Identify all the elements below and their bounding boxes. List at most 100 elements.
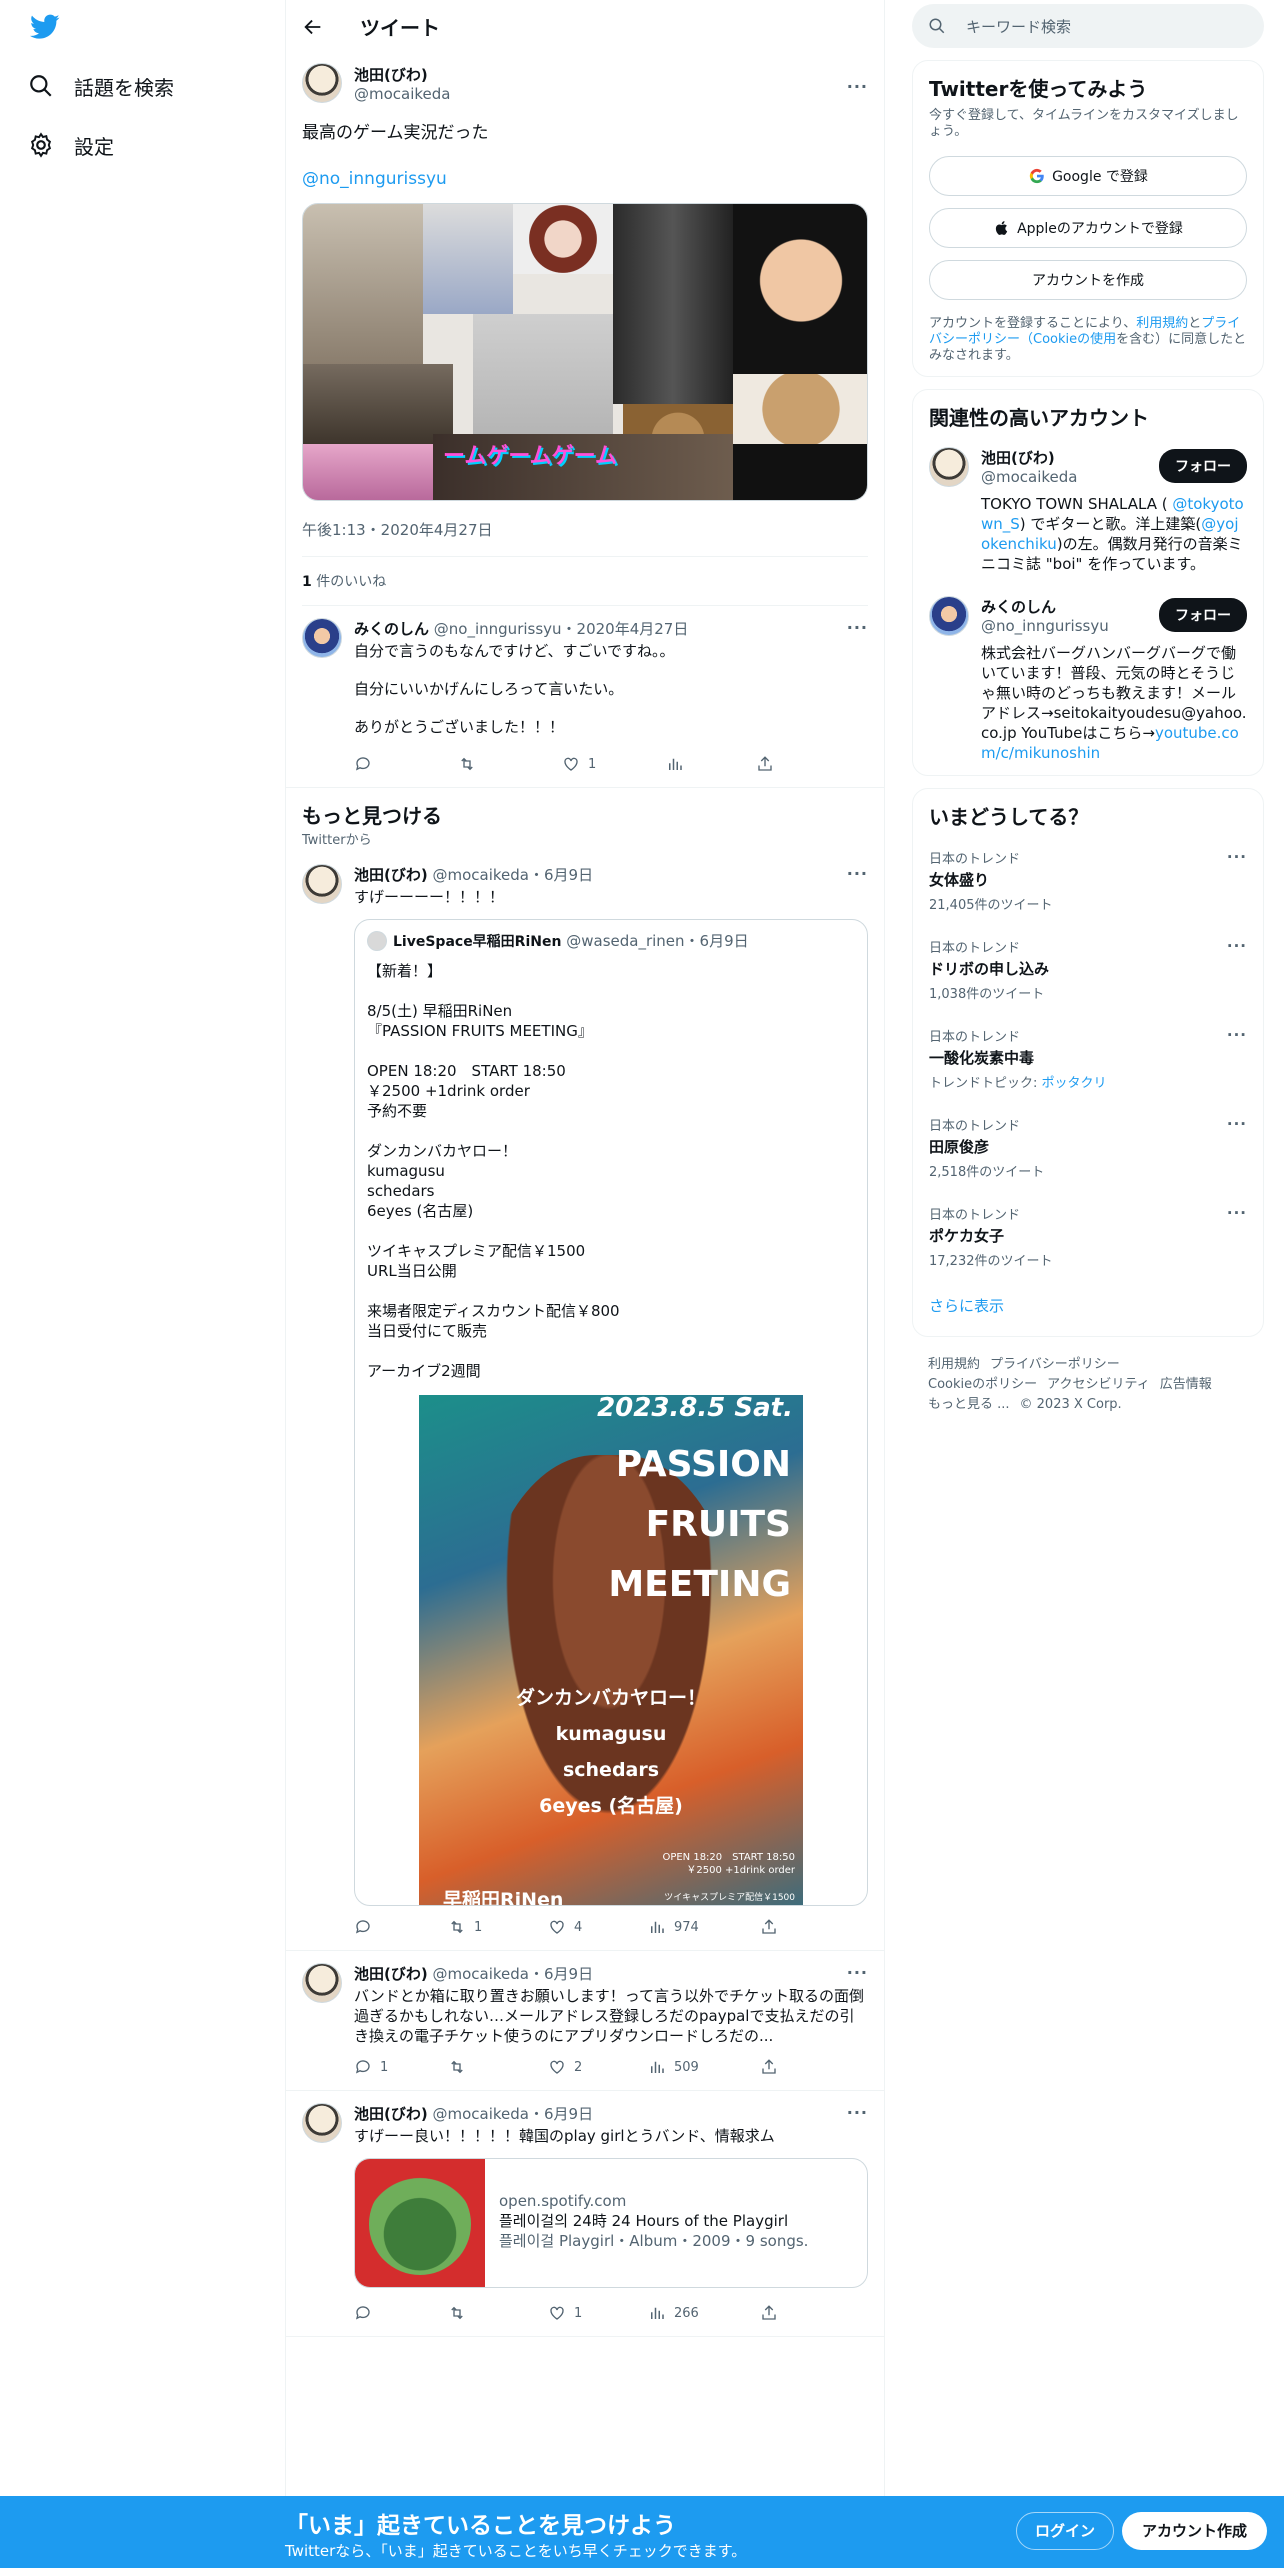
nav-explore[interactable]: 話題を検索 [28,66,174,106]
event-poster-image[interactable]: 2023.8.5 Sat. PASSION FRUITS MEETING ダンカ… [419,1395,803,1905]
terms-link[interactable]: 利用規約 [1136,316,1188,331]
search-input[interactable]: キーワード検索 [912,4,1264,48]
mention-link[interactable]: @no_inngurissyu [302,169,447,189]
avatar[interactable] [302,1963,342,2003]
retweet-button[interactable] [448,2304,548,2322]
reply-date[interactable]: ・2020年4月27日 [562,620,689,638]
feed-tweet[interactable]: 池田(びわ) @mocaikeda・6月9日 すげーーーー！！！！ LiveSp… [286,852,884,1951]
trend-item[interactable]: 日本のトレンド 女体盛り 21,405件のツイート ··· [929,848,1247,913]
main-column: ツイート 池田(びわ) @mocaikeda ··· 最高のゲーム実況だった @… [285,0,885,2568]
like-count: 1 [588,756,597,772]
more-options-icon[interactable]: ··· [1227,1204,1247,1222]
tweet-media-image[interactable]: ームゲームゲーム [302,203,868,501]
login-button[interactable]: ログイン [1016,2512,1115,2550]
retweet-button[interactable] [458,755,562,773]
more-options-icon[interactable]: ··· [847,1963,868,1982]
like-button[interactable]: 1 [562,755,666,773]
trend-item[interactable]: 日本のトレンド ポケカ女子 17,232件のツイート ··· [929,1204,1247,1269]
more-options-icon[interactable]: ··· [847,77,868,96]
retweet-button[interactable] [448,2058,548,2076]
views-button[interactable]: 509 [648,2058,760,2076]
more-options-icon[interactable]: ··· [847,618,868,637]
footer-cookie-link[interactable]: Cookieのポリシー [928,1377,1037,1392]
views-button[interactable]: 974 [648,1918,760,1936]
likes-summary[interactable]: 1 件のいいね [302,557,868,606]
reply-tweet[interactable]: みくのしん @no_inngurissyu・2020年4月27日 自分で言うのも… [286,606,884,788]
like-button[interactable]: 4 [548,1918,648,1936]
avatar[interactable] [302,2103,342,2143]
more-options-icon[interactable]: ··· [847,2103,868,2122]
retweet-button[interactable]: 1 [448,1918,548,1936]
heart-icon [564,757,578,771]
album-cover-image [355,2159,485,2287]
views-button[interactable]: 266 [648,2304,760,2322]
feed-tweet[interactable]: 池田(びわ) @mocaikeda・6月9日 すげーー良い！！！！！韓国のpla… [286,2091,884,2337]
more-options-icon[interactable]: ··· [1227,848,1247,866]
google-signup-button[interactable]: Google で登録 [929,156,1247,196]
author-handle[interactable]: @mocaikeda [433,2105,530,2123]
quoted-tweet[interactable]: LiveSpace早稲田RiNen @waseda_rinen ・6月9日 【新着… [354,919,868,1906]
apple-signup-button[interactable]: Appleのアカウントで登録 [929,208,1247,248]
footer-more-link[interactable]: もっと見る ... [928,1397,1010,1412]
footer-ads-link[interactable]: 広告情報 [1160,1377,1212,1392]
tweet-date[interactable]: ・6月9日 [529,2105,593,2123]
footer-terms-link[interactable]: 利用規約 [928,1357,980,1372]
signup-button[interactable]: アカウント作成 [1122,2512,1268,2550]
collage-photo [303,444,433,500]
avatar[interactable] [929,447,969,487]
more-options-icon[interactable]: ··· [847,864,868,883]
footer-accessibility-link[interactable]: アクセシビリティ [1047,1377,1150,1392]
share-button[interactable] [760,2058,778,2076]
reply-button[interactable] [354,1918,448,1936]
nav-settings[interactable]: 設定 [28,125,114,165]
author-name[interactable]: 池田(びわ) [354,64,451,85]
author-handle[interactable]: @mocaikeda [433,1965,530,1983]
account-item[interactable]: 池田(びわ) @mocaikeda TOKYO TOWN SHALALA ( @… [929,447,1247,574]
more-options-icon[interactable]: ··· [1227,937,1247,955]
create-account-button[interactable]: アカウントを作成 [929,260,1247,300]
avatar[interactable] [302,618,342,658]
author-name[interactable]: 池田(びわ) [354,2105,428,2123]
views-button[interactable] [666,755,756,773]
section-subheading: Twitterから [302,833,372,848]
follow-button[interactable]: フォロー [1159,449,1247,483]
avatar[interactable] [302,63,342,103]
tweet-date[interactable]: ・6月9日 [529,1965,593,1983]
avatar[interactable] [929,596,969,636]
share-button[interactable] [760,1918,778,1936]
share-button[interactable] [756,755,774,773]
trend-item[interactable]: 日本のトレンド 一酸化炭素中毒 トレンドトピック: ポッタクリ ··· [929,1026,1247,1091]
twitter-logo-icon[interactable] [30,14,60,40]
more-options-icon[interactable]: ··· [1227,1026,1247,1044]
back-arrow-icon[interactable] [302,16,324,38]
author-name[interactable]: 池田(びわ) [354,866,428,884]
show-more-link[interactable]: さらに表示 [929,1297,1004,1315]
reply-button[interactable]: 1 [354,2058,448,2076]
trend-item[interactable]: 日本のトレンド 田原俊彦 2,518件のツイート ··· [929,1115,1247,1180]
feed-tweet[interactable]: 池田(びわ) @mocaikeda・6月9日 バンドとか箱に取り置きお願いします… [286,1951,884,2091]
banner-subtitle: Twitterなら、「いま」起きていることをいち早くチェックできます。 [285,2542,747,2560]
reply-button[interactable] [354,755,458,773]
trend-topic-link[interactable]: ポッタクリ [1042,1076,1107,1091]
poster-band: schedars [562,1759,660,1781]
like-button[interactable]: 1 [548,2304,648,2322]
reply-button[interactable] [354,2304,448,2322]
avatar[interactable] [302,864,342,904]
reply-author-handle[interactable]: @no_inngurissyu [434,620,562,638]
author-handle[interactable]: @mocaikeda [354,85,451,103]
tweet-timestamp[interactable]: 午後1:13・2020年4月27日 [302,519,868,557]
share-button[interactable] [760,2304,778,2322]
footer-privacy-link[interactable]: プライバシーポリシー [990,1357,1120,1372]
more-options-icon[interactable]: ··· [1227,1115,1247,1133]
trend-item[interactable]: 日本のトレンド ドリボの申し込み 1,038件のツイート ··· [929,937,1247,1002]
signup-panel: Twitterを使ってみよう 今すぐ登録して、タイムラインをカスタマイズしましょ… [912,60,1264,377]
author-name[interactable]: 池田(びわ) [354,1965,428,1983]
account-item[interactable]: みくのしん @no_inngurissyu 株式会社バーグハンバーグバーグで働い… [929,596,1247,763]
reply-author-name[interactable]: みくのしん [354,620,429,638]
follow-button[interactable]: フォロー [1159,598,1247,632]
tweet-date[interactable]: ・6月9日 [529,866,593,884]
like-button[interactable]: 2 [548,2058,648,2076]
tweet-text: 最高のゲーム実況だった [302,123,489,143]
link-preview-card[interactable]: open.spotify.com 플레이걸의 24時 24 Hours of t… [354,2158,868,2288]
author-handle[interactable]: @mocaikeda [433,866,530,884]
